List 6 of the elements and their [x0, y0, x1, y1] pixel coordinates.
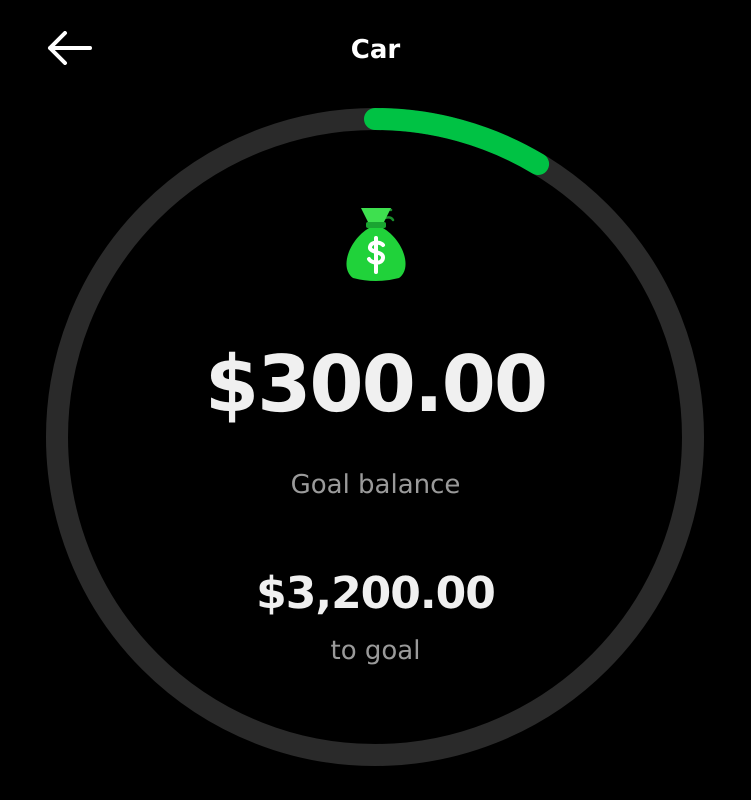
goal-balance-label: Goal balance: [290, 470, 460, 500]
back-arrow-icon[interactable]: [46, 31, 92, 65]
screen-title: Car: [350, 35, 400, 65]
remaining-label: to goal: [330, 636, 420, 666]
goal-balance-amount: $300.00: [204, 340, 546, 430]
remaining-amount: $3,200.00: [256, 568, 495, 619]
